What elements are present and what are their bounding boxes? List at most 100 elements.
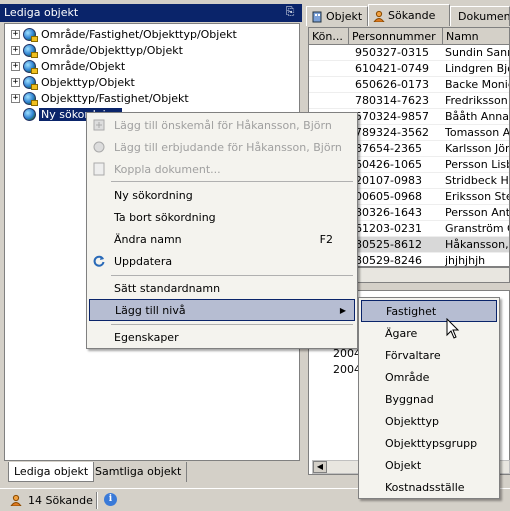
menu-item-label: Lägg till erbjudande för Håkansson, Björ…: [114, 140, 342, 154]
menu-item-label: Ändra namn: [114, 232, 182, 246]
table-row[interactable]: 780314-7623 Fredriksson K: [309, 93, 509, 109]
cell-name: Tomasson A...: [445, 126, 510, 139]
cell-personnummer: 650626-0173: [355, 78, 429, 91]
menu-item-set-default-name[interactable]: Sätt standardnamn: [89, 277, 355, 299]
tree-node-label: Område/Objekttyp/Objekt: [41, 43, 183, 57]
menu-item-refresh[interactable]: Uppdatera: [89, 250, 355, 272]
cell-year: 2004: [333, 363, 361, 376]
tab-dokument[interactable]: Dokument: [450, 6, 510, 26]
info-icon[interactable]: i: [104, 493, 117, 506]
menu-item-remove-search-order[interactable]: Ta bort sökordning: [89, 206, 355, 228]
submenu-item-kostnadsstalle[interactable]: Kostnadsställe: [361, 476, 497, 498]
cell-personnummer: 87654-2365: [355, 142, 422, 155]
cell-personnummer: 610421-0749: [355, 62, 429, 75]
cell-name: Fredriksson K: [445, 94, 509, 107]
submenu-arrow-icon: ▶: [339, 305, 346, 315]
column-header-kon[interactable]: Kön...: [309, 28, 349, 45]
menu-item-new-search-order[interactable]: Ny sökordning: [89, 184, 355, 206]
table-row[interactable]: 610421-0749 Lindgren Björn: [309, 61, 509, 77]
tree-node[interactable]: + Objekttyp/Fastighet/Objekt: [11, 90, 191, 106]
tab-objekt[interactable]: Objekt: [306, 6, 368, 26]
tab-label: Dokument: [458, 10, 510, 23]
expand-icon[interactable]: +: [11, 29, 20, 39]
menu-item-label: Lägg till nivå: [115, 303, 186, 317]
menu-item-label: Ta bort sökordning: [114, 210, 216, 224]
expand-icon[interactable]: +: [11, 77, 20, 87]
tree-node[interactable]: + Område/Objekttyp/Objekt: [11, 42, 185, 58]
cell-personnummer: 80326-1643: [355, 206, 422, 219]
pin-icon[interactable]: ⎘: [284, 6, 296, 19]
expand-icon[interactable]: +: [11, 61, 20, 71]
submenu-item-objekttypsgrupp[interactable]: Objekttypsgrupp: [361, 432, 497, 454]
cell-name: Karlsson Jörg...: [445, 142, 510, 155]
scroll-left-icon[interactable]: ◀: [313, 461, 327, 473]
submenu-item-objekt[interactable]: Objekt: [361, 454, 497, 476]
submenu-item-agare[interactable]: Ägare: [361, 322, 497, 344]
person-icon: [10, 494, 22, 506]
cell-personnummer: 00605-0968: [355, 190, 422, 203]
wish-icon: [91, 117, 107, 133]
submenu-add-level: Fastighet Ägare Förvaltare Område Byggna…: [358, 297, 500, 499]
tree-node[interactable]: + Område/Objekt: [11, 58, 127, 74]
expand-icon[interactable]: +: [11, 45, 20, 55]
context-menu: Lägg till önskemål för Håkansson, Björn …: [86, 112, 358, 349]
submenu-item-omrade[interactable]: Område: [361, 366, 497, 388]
building-icon: [312, 11, 322, 22]
cell-name: Håkansson, ...: [445, 238, 509, 251]
tree-node-label: Område/Fastighet/Objekttyp/Objekt: [41, 27, 237, 41]
tab-sokande[interactable]: Sökande: [368, 4, 450, 26]
submenu-item-fastighet[interactable]: Fastighet: [361, 300, 497, 322]
cell-name: Stridbeck Hel: [445, 174, 509, 187]
cell-name: jhjhjhjh: [445, 254, 486, 267]
menu-shortcut: F2: [319, 232, 333, 246]
menu-item-link-document[interactable]: Koppla dokument...: [89, 158, 355, 180]
globe-icon: [23, 75, 38, 90]
cell-name: Bååth Anna: [445, 110, 510, 123]
cell-personnummer: 570324-9857: [355, 110, 429, 123]
globe-icon: [23, 43, 38, 58]
left-bottom-tabs: Lediga objekt Samtliga objekt: [4, 462, 300, 484]
menu-item-label: Lägg till önskemål för Håkansson, Björn: [114, 118, 332, 132]
table-row[interactable]: 650626-0173 Backe Monica: [309, 77, 509, 93]
tree-node[interactable]: + Objekttyp/Objekt: [11, 74, 137, 90]
submenu-item-forvaltare[interactable]: Förvaltare: [361, 344, 497, 366]
tree-node-label: Objekttyp/Fastighet/Objekt: [41, 91, 189, 105]
expand-icon[interactable]: +: [11, 93, 20, 103]
menu-separator: [111, 275, 353, 276]
globe-icon: [23, 59, 38, 74]
tab-samtliga-objekt[interactable]: Samtliga objekt: [90, 462, 188, 482]
menu-item-add-wish[interactable]: Lägg till önskemål för Håkansson, Björn: [89, 114, 355, 136]
mouse-cursor-icon: [446, 318, 460, 339]
globe-icon: [23, 27, 38, 42]
cell-personnummer: 61203-0231: [355, 222, 422, 235]
menu-item-add-offer[interactable]: Lägg till erbjudande för Håkansson, Björ…: [89, 136, 355, 158]
menu-item-label: Egenskaper: [114, 330, 179, 344]
status-divider: [96, 492, 98, 509]
menu-item-rename[interactable]: Ändra namn F2: [89, 228, 355, 250]
globe-icon: [23, 91, 38, 106]
cell-name: Sundin Sanna: [445, 46, 509, 59]
table-row[interactable]: 950327-0315 Sundin Sanna: [309, 45, 509, 61]
cell-personnummer: 60426-1065: [355, 158, 422, 171]
offer-icon: [91, 139, 107, 155]
submenu-item-byggnad[interactable]: Byggnad: [361, 388, 497, 410]
menu-item-label: Ny sökordning: [114, 188, 193, 202]
person-icon: [373, 10, 385, 22]
cell-name: Persson Lisb...: [445, 158, 509, 171]
refresh-icon: [91, 253, 107, 269]
cell-name: Persson Ante: [445, 206, 510, 219]
cell-personnummer: 80525-8612: [355, 238, 422, 251]
panel-title-bar: Lediga objekt ⎘: [0, 4, 302, 22]
menu-separator: [111, 324, 353, 325]
menu-item-add-level[interactable]: Lägg till nivå ▶: [89, 299, 355, 321]
tab-lediga-objekt[interactable]: Lediga objekt: [8, 462, 95, 482]
menu-item-properties[interactable]: Egenskaper: [89, 326, 355, 348]
applicant-count: 14 Sökande: [28, 494, 93, 507]
tree-node[interactable]: + Område/Fastighet/Objekttyp/Objekt: [11, 26, 239, 42]
column-header-personnummer[interactable]: Personnummer: [349, 28, 443, 45]
tab-label: Objekt: [326, 10, 363, 23]
column-header-namn[interactable]: Namn: [443, 28, 509, 45]
menu-item-label: Sätt standardnamn: [114, 281, 221, 295]
submenu-item-objekttyp[interactable]: Objekttyp: [361, 410, 497, 432]
tree-node-label: Område/Objekt: [41, 59, 126, 73]
